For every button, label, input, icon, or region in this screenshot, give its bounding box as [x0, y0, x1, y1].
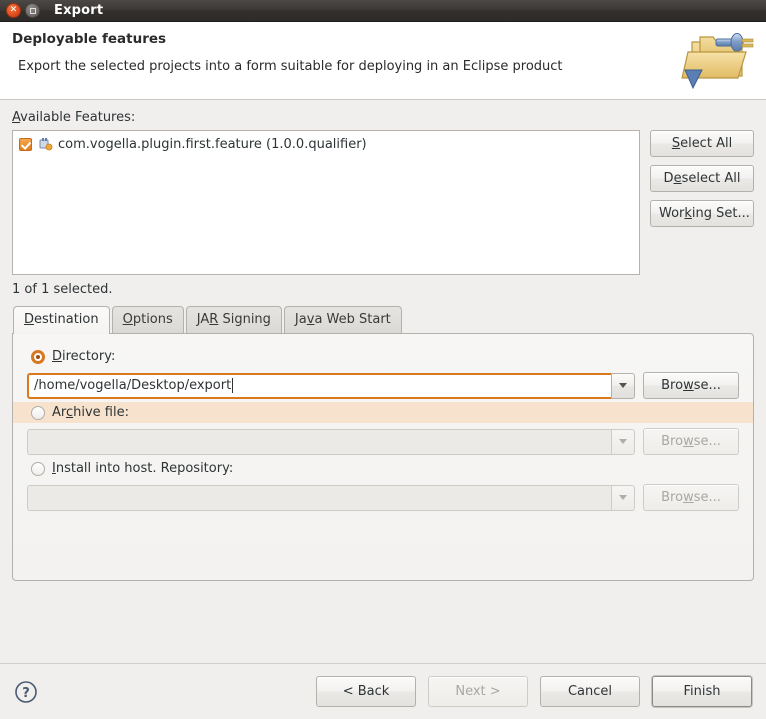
tab-jar-signing[interactable]: JAR Signing — [185, 306, 282, 333]
repository-combo — [27, 484, 635, 511]
features-row: com.vogella.plugin.first.feature (1.0.0.… — [12, 130, 754, 275]
select-all-button[interactable]: Select All — [650, 130, 754, 157]
dialog-footer: ? < Back Next > Cancel Finish — [0, 663, 766, 719]
wizard-header: Deployable features Export the selected … — [0, 22, 766, 100]
features-side-buttons: Select All Deselect All Working Set... — [650, 130, 754, 227]
chevron-down-icon — [619, 383, 627, 388]
footer-buttons: < Back Next > Cancel Finish — [316, 676, 752, 707]
text-caret — [232, 378, 234, 393]
title-bar: ✕ Export — [0, 0, 766, 22]
next-button: Next > — [428, 676, 528, 707]
archive-radio-row[interactable]: Archive file: — [13, 402, 753, 423]
finish-button[interactable]: Finish — [652, 676, 752, 707]
cancel-button[interactable]: Cancel — [540, 676, 640, 707]
destination-tabs: Destination Options JAR Signing Java Web… — [13, 306, 754, 334]
archive-combo — [27, 428, 635, 455]
back-button[interactable]: < Back — [316, 676, 416, 707]
working-set-button[interactable]: Working Set... — [650, 200, 754, 227]
feature-name: com.vogella.plugin.first.feature (1.0.0.… — [58, 136, 367, 152]
archive-browse-button: Browse... — [643, 428, 739, 455]
archive-radio[interactable] — [31, 405, 45, 420]
deselect-all-button[interactable]: Deselect All — [650, 165, 754, 192]
repository-radio-row[interactable]: Install into host. Repository: — [27, 458, 739, 479]
directory-browse-button[interactable]: Browse... — [643, 372, 739, 399]
dialog-body: Available Features: com.vogella.plugin.f… — [0, 100, 766, 663]
tab-options[interactable]: Options — [111, 306, 184, 333]
available-features-label: Available Features: — [12, 110, 136, 125]
directory-input-row: /home/vogella/Desktop/export Browse... — [27, 372, 739, 399]
available-features-list[interactable]: com.vogella.plugin.first.feature (1.0.0.… — [12, 130, 640, 275]
directory-radio[interactable] — [31, 349, 45, 364]
repository-label: Install into host. Repository: — [52, 461, 234, 476]
destination-tab-panel: Directory: /home/vogella/Desktop/export … — [12, 333, 754, 581]
repository-radio[interactable] — [31, 461, 45, 476]
tab-java-web-start[interactable]: Java Web Start — [283, 306, 402, 333]
directory-combo[interactable]: /home/vogella/Desktop/export — [27, 372, 635, 399]
archive-input-row: Browse... — [27, 428, 739, 455]
chevron-down-icon — [619, 439, 627, 444]
tab-destination[interactable]: Destination — [13, 306, 110, 334]
export-dialog-window: ✕ Export Deployable features Export the … — [0, 0, 766, 719]
selection-status: 1 of 1 selected. — [12, 282, 113, 297]
repository-dropdown-button — [611, 484, 635, 511]
feature-checkbox[interactable] — [19, 137, 32, 151]
close-icon[interactable]: ✕ — [6, 3, 21, 18]
repository-browse-button: Browse... — [643, 484, 739, 511]
directory-radio-row[interactable]: Directory: — [27, 346, 739, 367]
page-title: Deployable features — [12, 31, 167, 47]
svg-text:?: ? — [22, 686, 30, 701]
maximize-icon[interactable] — [25, 3, 40, 18]
directory-dropdown-button[interactable] — [611, 372, 635, 399]
directory-input[interactable]: /home/vogella/Desktop/export — [27, 372, 611, 399]
export-folder-plug-icon — [681, 33, 754, 90]
window-title: Export — [54, 3, 104, 18]
archive-dropdown-button — [611, 428, 635, 455]
chevron-down-icon — [619, 495, 627, 500]
archive-label: Archive file: — [52, 405, 129, 420]
directory-label: Directory: — [52, 349, 116, 364]
repository-input — [27, 484, 611, 511]
archive-input — [27, 428, 611, 455]
feature-plugin-icon — [39, 138, 53, 151]
page-description: Export the selected projects into a form… — [18, 59, 563, 74]
help-question-icon[interactable]: ? — [14, 680, 38, 704]
repository-input-row: Browse... — [27, 484, 739, 511]
list-item[interactable]: com.vogella.plugin.first.feature (1.0.0.… — [16, 135, 636, 153]
